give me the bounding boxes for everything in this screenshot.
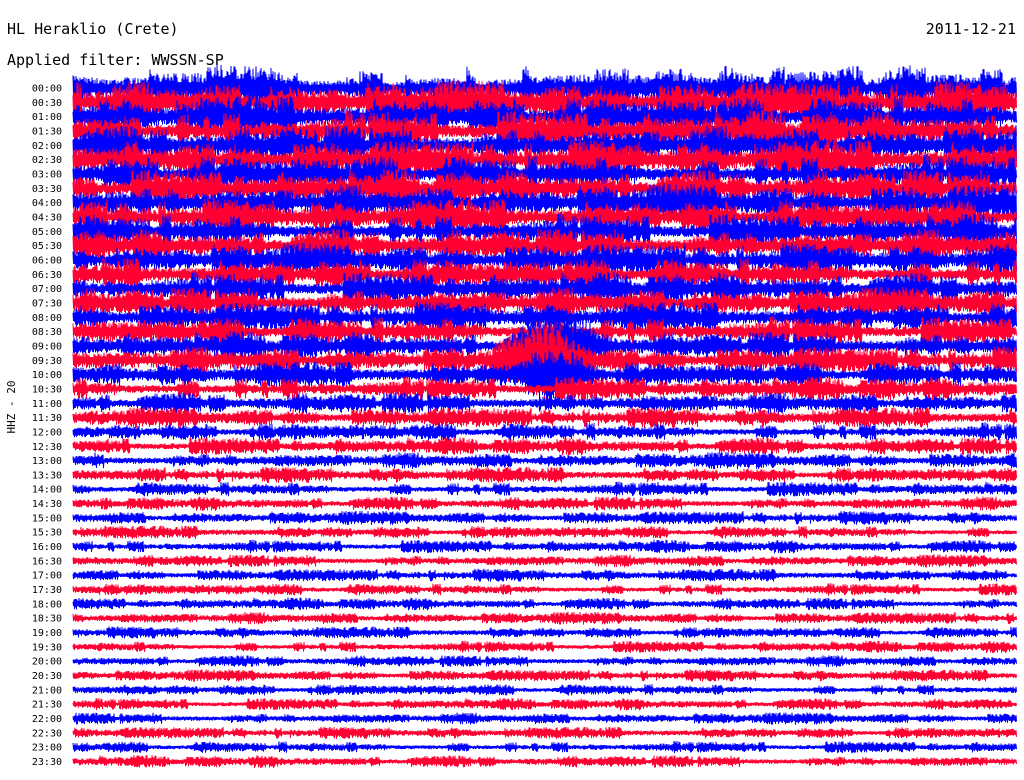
trace-row — [72, 539, 1017, 554]
row-tick-label: 10:00 — [32, 370, 62, 381]
row-tick-label: 16:30 — [32, 556, 62, 567]
row-tick-label: 09:30 — [32, 356, 62, 367]
row-tick-label: 13:30 — [32, 470, 62, 481]
row-tick-label: 17:30 — [32, 585, 62, 596]
row-tick-label: 20:00 — [32, 657, 62, 668]
row-tick-label: 06:30 — [32, 270, 62, 281]
trace-row — [72, 437, 1017, 456]
trace-row — [72, 466, 1017, 483]
row-tick-label: 02:00 — [32, 141, 62, 152]
trace-row — [72, 669, 1017, 682]
row-tick-label: 20:30 — [32, 671, 62, 682]
trace-row — [72, 510, 1017, 525]
row-tick-label: 12:00 — [32, 427, 62, 438]
trace-row — [72, 554, 1017, 568]
row-tick-label: 21:00 — [32, 685, 62, 696]
row-tick-label: 12:30 — [32, 442, 62, 453]
row-tick-label: 08:30 — [32, 327, 62, 338]
row-tick-label: 21:30 — [32, 700, 62, 711]
trace-row — [72, 740, 1017, 754]
row-tick-label: 11:30 — [32, 413, 62, 424]
trace-row — [72, 597, 1017, 611]
row-tick-label: 03:30 — [32, 184, 62, 195]
row-tick-label: 02:30 — [32, 155, 62, 166]
row-tick-label: 23:30 — [32, 757, 62, 768]
trace-group — [72, 64, 1017, 768]
row-tick-label: 22:00 — [32, 714, 62, 725]
row-tick-label: 00:30 — [32, 98, 62, 109]
trace-row — [72, 496, 1017, 511]
trace-row — [72, 422, 1017, 442]
trace-row — [72, 697, 1017, 711]
row-tick-label: 18:00 — [32, 599, 62, 610]
row-tick-label: 11:00 — [32, 399, 62, 410]
row-tick-label: 07:30 — [32, 298, 62, 309]
row-tick-label: 06:00 — [32, 255, 62, 266]
trace-row — [72, 451, 1017, 470]
row-tick-label: 22:30 — [32, 728, 62, 739]
row-tick-label: 13:00 — [32, 456, 62, 467]
row-tick-label: 19:00 — [32, 628, 62, 639]
row-tick-label: 10:30 — [32, 384, 62, 395]
row-tick-label: 04:30 — [32, 212, 62, 223]
row-tick-label: 07:00 — [32, 284, 62, 295]
row-tick-label: 08:00 — [32, 313, 62, 324]
trace-row — [72, 712, 1017, 725]
row-tick-label: 01:30 — [32, 126, 62, 137]
trace-row — [72, 684, 1017, 696]
row-tick-label: 14:30 — [32, 499, 62, 510]
row-tick-label: 15:00 — [32, 513, 62, 524]
row-tick-label: 17:00 — [32, 571, 62, 582]
row-tick-label: 15:30 — [32, 528, 62, 539]
row-tick-label: 04:00 — [32, 198, 62, 209]
trace-row — [72, 640, 1017, 654]
row-tick-label: 16:00 — [32, 542, 62, 553]
row-tick-label: 23:00 — [32, 743, 62, 754]
trace-row — [72, 726, 1017, 739]
row-tick-label: 03:00 — [32, 169, 62, 180]
trace-row — [72, 755, 1017, 768]
row-tick-label: 05:00 — [32, 227, 62, 238]
trace-row — [72, 525, 1017, 539]
trace-row — [72, 583, 1017, 596]
row-tick-label: 19:30 — [32, 642, 62, 653]
trace-row — [72, 568, 1017, 582]
trace-row — [72, 481, 1017, 497]
row-tick-label: 00:00 — [32, 84, 62, 95]
trace-row — [72, 611, 1017, 625]
row-tick-label: 09:00 — [32, 341, 62, 352]
trace-row — [72, 655, 1017, 668]
row-tick-labels: 00:00 00:30 01:00 01:30 02:00 02:30 03:00 03:30… — [32, 84, 62, 769]
trace-row — [72, 626, 1017, 639]
row-tick-label: 01:00 — [32, 112, 62, 123]
row-tick-label: 18:30 — [32, 614, 62, 625]
row-tick-label: 14:00 — [32, 485, 62, 496]
helicorder-plot: 00:00 00:30 01:00 01:30 02:00 02:30 03:00 03:30… — [32, 64, 1017, 769]
row-tick-label: 05:30 — [32, 241, 62, 252]
